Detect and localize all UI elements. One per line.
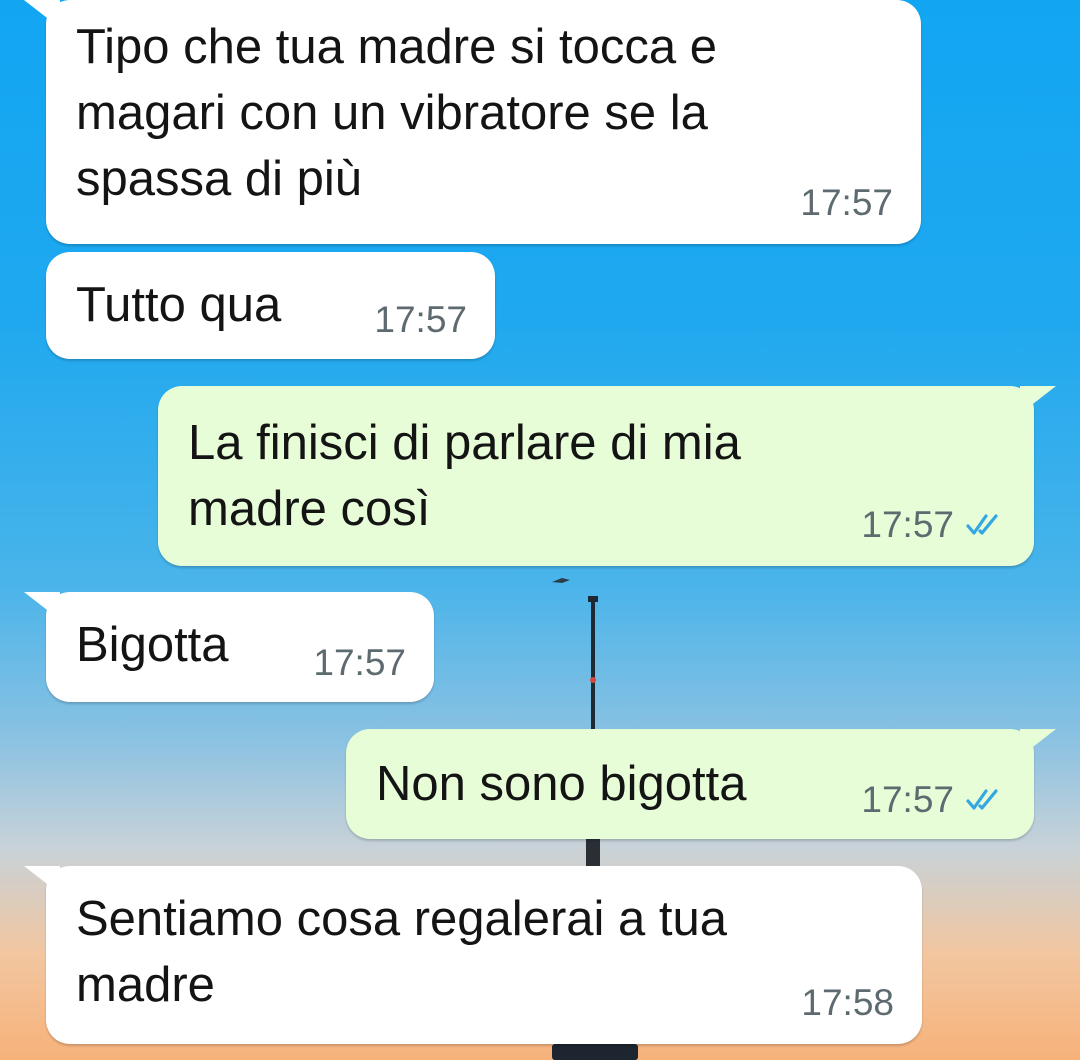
message-meta: 17:57	[374, 299, 467, 341]
message-bubble-outgoing[interactable]: Non sono bigotta 17:57	[346, 729, 1056, 839]
message-bubble-incoming[interactable]: Bigotta 17:57	[24, 592, 434, 702]
message-meta: 17:57	[313, 642, 406, 684]
message-bubble-incoming[interactable]: Tutto qua 17:57	[46, 252, 495, 359]
double-check-read-icon	[966, 514, 998, 535]
double-check-read-icon	[966, 789, 998, 810]
message-meta: 17:57	[861, 779, 1006, 821]
message-timestamp: 17:57	[313, 642, 406, 683]
message-timestamp: 17:58	[801, 982, 894, 1023]
message-meta: 17:58	[801, 982, 894, 1024]
message-text: Sentiamo cosa regalerai a tua madre	[76, 892, 727, 1012]
message-bubble-incoming[interactable]: Sentiamo cosa regalerai a tua madre 17:5…	[24, 866, 922, 1044]
message-timestamp: 17:57	[374, 299, 467, 340]
message-timestamp: 17:57	[800, 182, 893, 223]
message-timestamp: 17:57	[861, 504, 954, 545]
message-bubble-incoming[interactable]: Tipo che tua madre si tocca e magari con…	[24, 0, 921, 244]
message-text: Tipo che tua madre si tocca e magari con…	[76, 20, 717, 206]
message-bubble-outgoing[interactable]: La finisci di parlare di mia madre così …	[158, 386, 1056, 566]
message-meta: 17:57	[800, 182, 893, 224]
message-timestamp: 17:57	[861, 779, 954, 820]
message-meta: 17:57	[861, 504, 1006, 546]
